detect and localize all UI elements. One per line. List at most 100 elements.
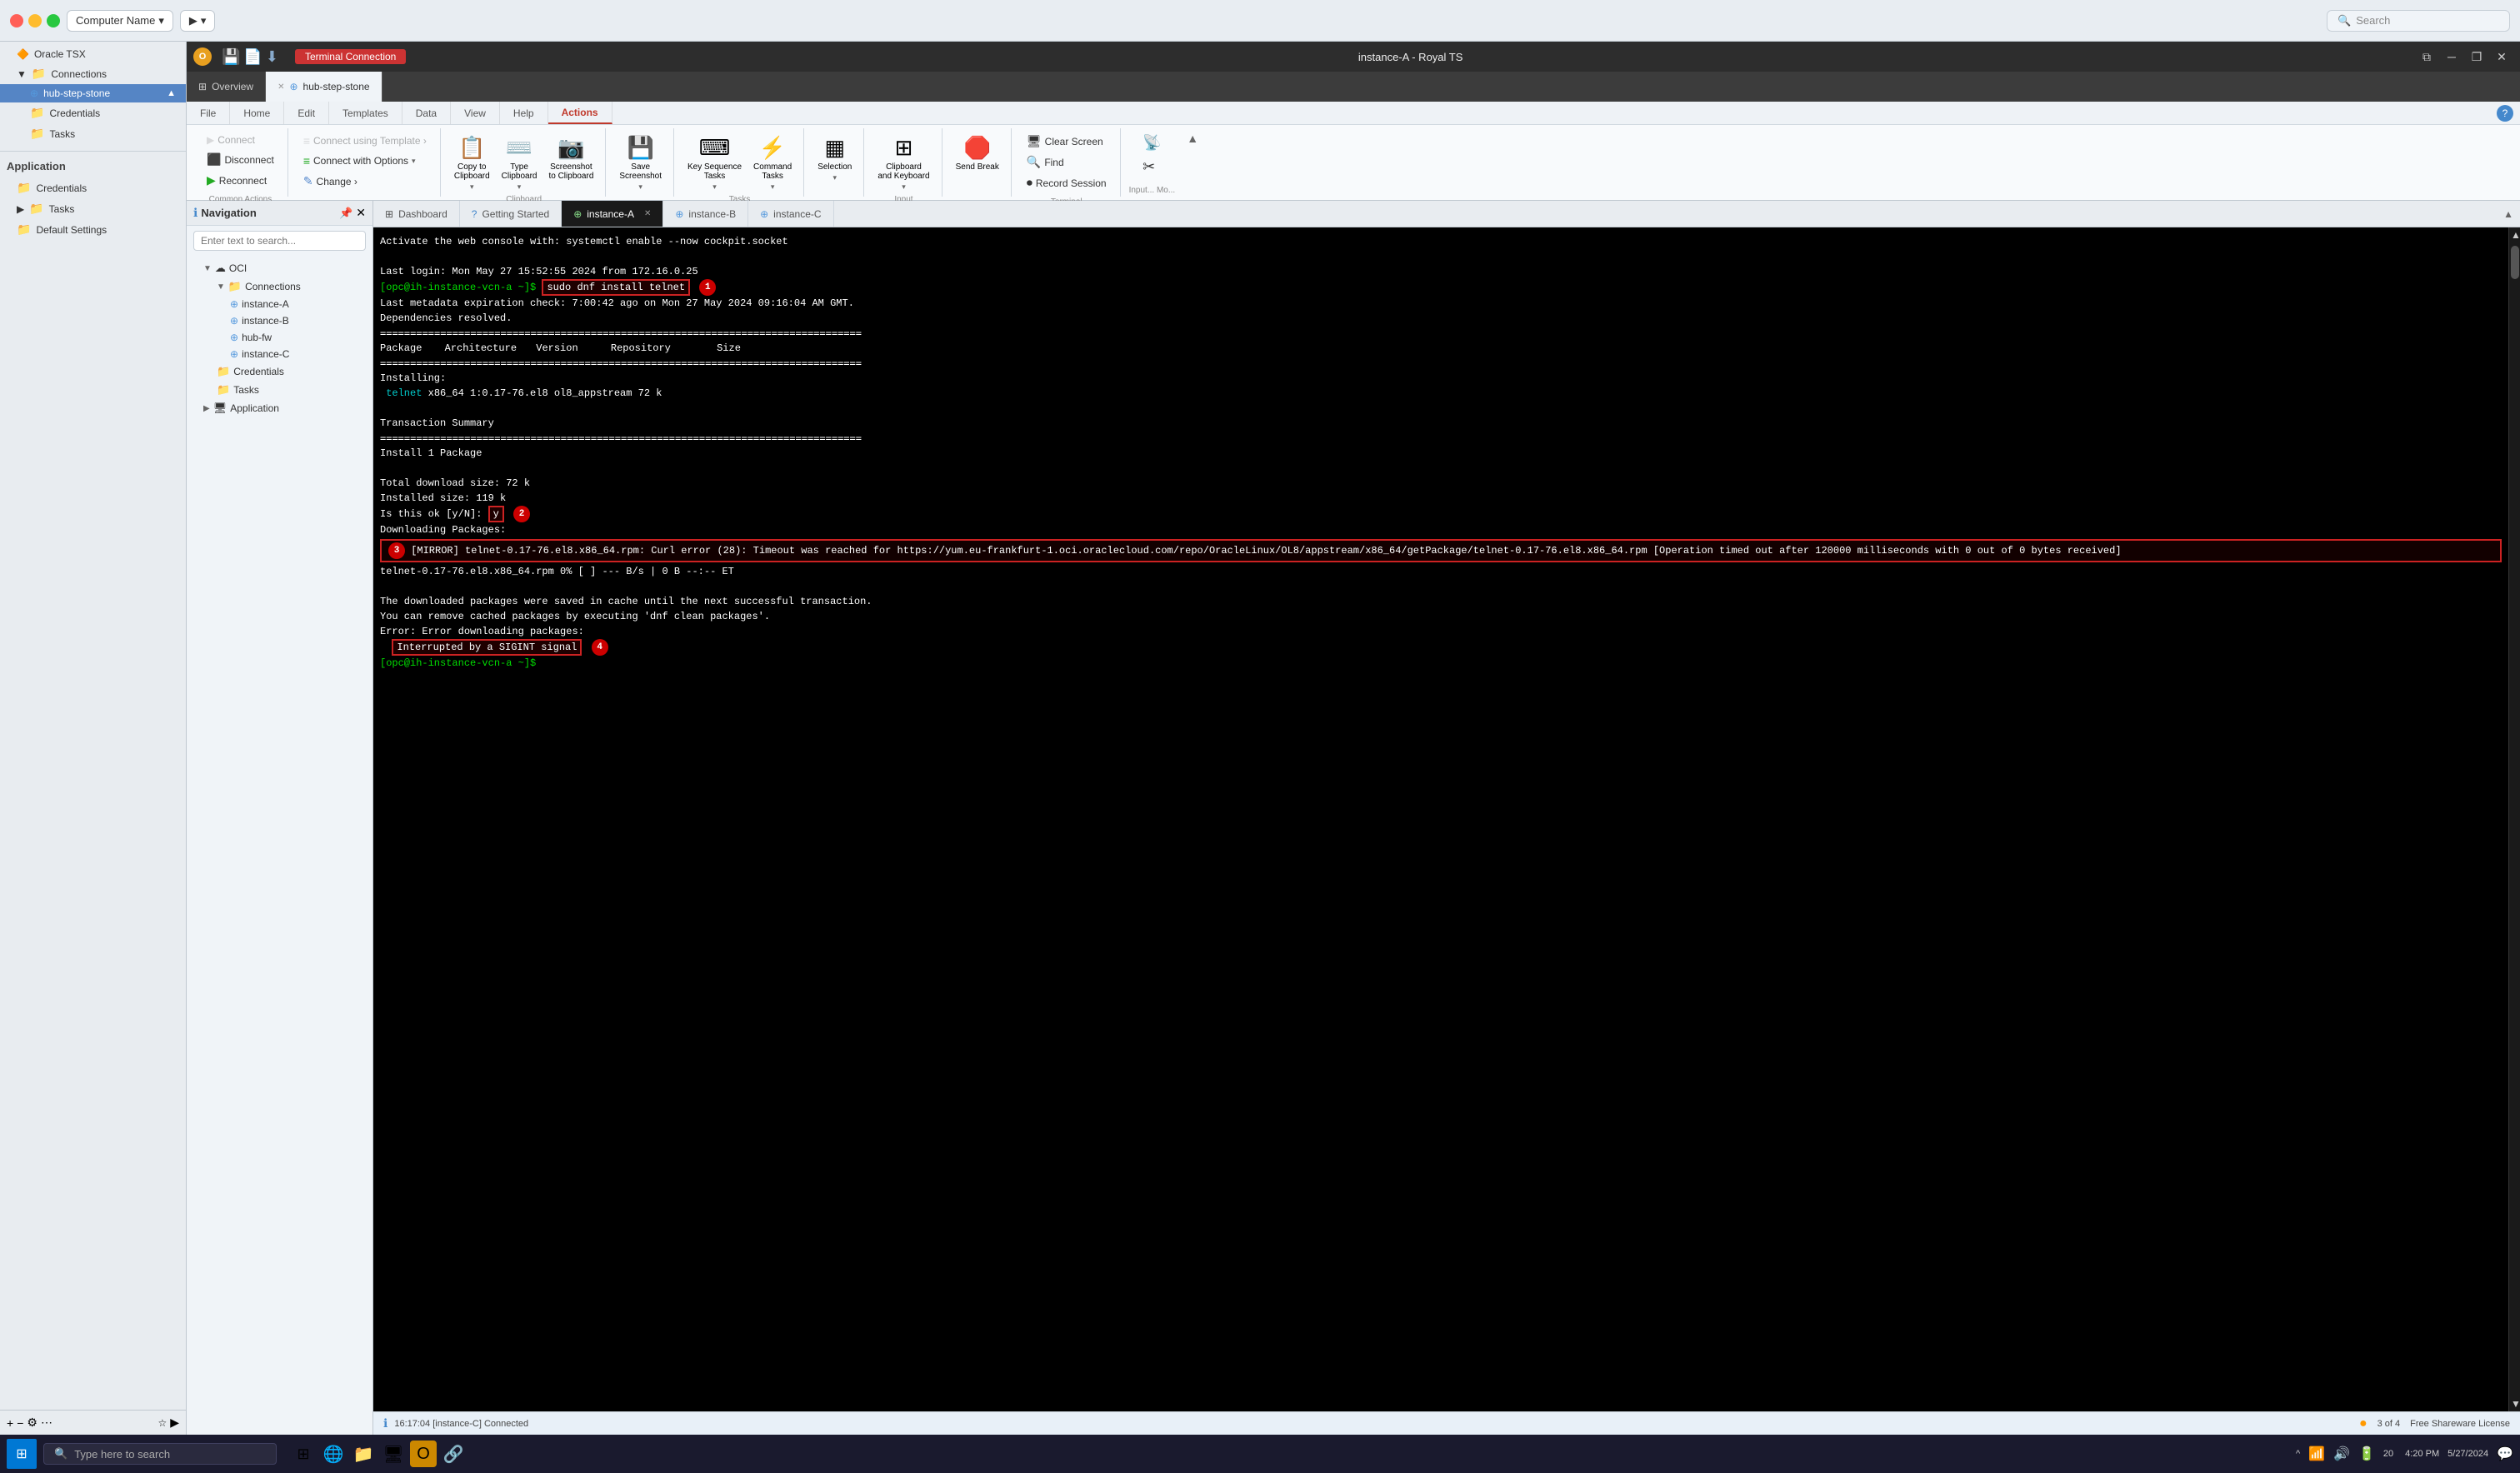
ribbon-tab-home[interactable]: Home <box>230 102 284 124</box>
ribbon-collapse[interactable]: ▲ <box>1183 128 1202 197</box>
rts-save-icon[interactable]: 💾 <box>222 48 240 66</box>
change-btn[interactable]: ✎ Change › <box>297 172 364 191</box>
start-button[interactable]: ⊞ <box>7 1439 37 1469</box>
terminal-tab-instance-c[interactable]: ⊕ instance-C <box>748 201 833 227</box>
tab-overview[interactable]: ⊞ Overview <box>187 72 266 102</box>
rts-doc-icon[interactable]: 📄 <box>243 48 262 66</box>
ribbon-terminal-group: 🖥 Clear Screen 🔍 Find ⏺ Record Session T… <box>1013 128 1121 197</box>
ribbon-tab-help[interactable]: Help <box>500 102 548 124</box>
help-icon[interactable]: ? <box>2497 105 2513 122</box>
ribbon-tab-file[interactable]: File <box>187 102 230 124</box>
screenshot-clipboard-btn[interactable]: 📷 Screenshotto Clipboard <box>543 132 598 190</box>
nav-item-nav-tasks[interactable]: 📁 Tasks <box>187 381 372 399</box>
terminal-scrollbar[interactable]: ▲ ▼ <box>2508 227 2520 1411</box>
nav-item-oci[interactable]: ▼ ☁ OCI <box>187 259 372 277</box>
nav-close-icon[interactable]: ✕ <box>356 206 366 220</box>
connect-template-btn[interactable]: ≡ Connect using Template › <box>297 132 433 150</box>
nav-pin-icon[interactable]: 📌 <box>339 207 352 220</box>
terminal-tab-a-close[interactable]: ✕ <box>644 209 651 218</box>
sidebar-item-connections[interactable]: ▼ 📁 Connections <box>0 63 186 84</box>
nav-item-hub-fw[interactable]: ⊕ hub-fw <box>187 329 372 346</box>
nav-search-input[interactable] <box>193 231 366 251</box>
command-tasks-btn[interactable]: ⚡ CommandTasks ▾ <box>748 132 797 190</box>
terminal-tabs-scroll-up[interactable]: ▲ <box>2497 208 2520 220</box>
ribbon-tab-data[interactable]: Data <box>402 102 451 124</box>
taskbar-terminal-icon[interactable]: 🖥 <box>380 1441 407 1467</box>
tray-volume-icon[interactable]: 🔊 <box>2333 1446 2350 1462</box>
sidebar-item-credentials[interactable]: 📁 Credentials <box>0 102 186 123</box>
selection-btn[interactable]: ▦ Selection ▾ <box>812 132 857 190</box>
search-bar[interactable]: 🔍 Search <box>2327 10 2510 32</box>
connect-btn[interactable]: ▶ Connect <box>200 132 262 148</box>
tray-notification-icon[interactable]: 💬 <box>2497 1446 2513 1462</box>
taskbar-search-bar[interactable]: 🔍 Type here to search <box>43 1443 277 1465</box>
taskbar-apps-icon[interactable]: ⊞ <box>290 1441 317 1467</box>
connect-options-btn[interactable]: ≡ Connect with Options ▾ <box>297 152 422 170</box>
tray-network-icon[interactable]: 📶 <box>2308 1446 2325 1462</box>
nav-item-application[interactable]: ▶ 🖥 Application <box>187 399 372 417</box>
sidebar-section-application: Application 📁 Credentials ▶ 📁 Tasks 📁 De… <box>0 151 186 243</box>
ribbon-tab-view[interactable]: View <box>451 102 500 124</box>
sidebar-dots-icon[interactable]: ⋯ <box>41 1416 52 1430</box>
taskbar-app2-icon[interactable]: 🔗 <box>440 1441 467 1467</box>
clear-screen-btn[interactable]: 🖥 Clear Screen <box>1020 132 1110 151</box>
sidebar-item-app-credentials[interactable]: 📁 Credentials <box>0 177 186 198</box>
clipboard-keyboard-btn[interactable]: ⊞ Clipboardand Keyboard ▾ <box>872 132 934 190</box>
ribbon-tab-templates[interactable]: Templates <box>329 102 402 124</box>
computer-name-btn[interactable]: Computer Name ▾ <box>67 10 173 32</box>
restore-btn[interactable]: ⧉ <box>2415 45 2438 68</box>
close-btn[interactable]: ✕ <box>2490 45 2513 68</box>
copy-to-clipboard-btn[interactable]: 📋 Copy toClipboard ▾ <box>449 132 495 190</box>
sidebar-item-app-tasks[interactable]: ▶ 📁 Tasks <box>0 198 186 219</box>
nav-item-nav-credentials[interactable]: 📁 Credentials <box>187 362 372 381</box>
scissors-btn[interactable]: ✂ <box>1136 156 1162 178</box>
tray-battery-icon[interactable]: 🔋 <box>2358 1446 2375 1462</box>
maximize-traffic-light[interactable] <box>47 14 60 27</box>
nav-item-instance-a[interactable]: ⊕ instance-A <box>187 296 372 312</box>
taskbar-folder-icon[interactable]: 📁 <box>350 1441 377 1467</box>
terminal-tab-instance-a[interactable]: ⊕ instance-A ✕ <box>562 201 663 227</box>
scrollbar-thumb[interactable] <box>2511 246 2519 279</box>
reconnect-btn[interactable]: ▶ Reconnect <box>200 171 273 190</box>
sidebar-item-hub[interactable]: ⊕ hub-step-stone ▲ <box>0 84 186 102</box>
disconnect-btn[interactable]: ⬛ Disconnect <box>200 150 281 169</box>
play-btn[interactable]: ▶ ▾ <box>180 10 216 32</box>
rts-quick-icon[interactable]: ⬇ <box>266 48 278 66</box>
minimize-traffic-light[interactable] <box>28 14 42 27</box>
close-traffic-light[interactable] <box>10 14 23 27</box>
wifi-btn[interactable]: 📡 <box>1136 132 1168 154</box>
sidebar-item-oracle-tsx[interactable]: 🔶 Oracle TSX <box>0 45 186 63</box>
taskbar-edge-icon[interactable]: 🌐 <box>320 1441 347 1467</box>
tab-close-hub-icon[interactable]: ✕ <box>278 82 284 92</box>
record-session-btn[interactable]: ⏺ Record Session <box>1020 173 1113 192</box>
sidebar-item-tasks[interactable]: 📁 Tasks <box>0 123 186 144</box>
nav-item-instance-c[interactable]: ⊕ instance-C <box>187 346 372 362</box>
sidebar-play-icon[interactable]: ▶ <box>170 1416 179 1430</box>
terminal-tab-instance-b[interactable]: ⊕ instance-B <box>663 201 748 227</box>
ribbon-tab-edit[interactable]: Edit <box>284 102 329 124</box>
find-btn[interactable]: 🔍 Find <box>1020 152 1071 172</box>
nav-item-connections[interactable]: ▼ 📁 Connections <box>187 277 372 296</box>
send-break-btn[interactable]: 🛑 Send Break <box>951 132 1004 190</box>
scroll-down-btn[interactable]: ▼ <box>2509 1396 2520 1411</box>
tray-expand-icon[interactable]: ^ <box>2296 1449 2300 1459</box>
sidebar-hub-action[interactable]: ▲ <box>167 88 176 98</box>
minimize-btn[interactable]: ─ <box>2440 45 2463 68</box>
type-clipboard-btn[interactable]: ⌨️ TypeClipboard ▾ <box>497 132 542 190</box>
nav-item-instance-b[interactable]: ⊕ instance-B <box>187 312 372 329</box>
terminal-tab-dashboard[interactable]: ⊞ Dashboard <box>373 201 460 227</box>
sidebar-star-icon[interactable]: ☆ <box>158 1417 167 1429</box>
nav-instance-c-icon: ⊕ <box>230 348 238 360</box>
key-sequence-btn[interactable]: ⌨ Key SequenceTasks ▾ <box>682 132 747 190</box>
ribbon-tab-actions[interactable]: Actions <box>548 102 612 124</box>
restore2-btn[interactable]: ❐ <box>2465 45 2488 68</box>
sidebar-plus-icon[interactable]: + <box>7 1416 13 1430</box>
sidebar-minus-icon[interactable]: − <box>17 1416 23 1430</box>
sidebar-gear-icon[interactable]: ⚙ <box>27 1416 38 1430</box>
sidebar-item-default-settings[interactable]: 📁 Default Settings <box>0 219 186 240</box>
tab-hub[interactable]: ✕ ⊕ hub-step-stone <box>266 72 382 102</box>
terminal-tab-getting-started[interactable]: ? Getting Started <box>460 201 562 227</box>
taskbar-oracle-icon[interactable]: O <box>410 1441 437 1467</box>
scroll-up-btn[interactable]: ▲ <box>2509 227 2520 242</box>
save-screenshot-btn[interactable]: 💾 SaveScreenshot ▾ <box>614 132 667 190</box>
